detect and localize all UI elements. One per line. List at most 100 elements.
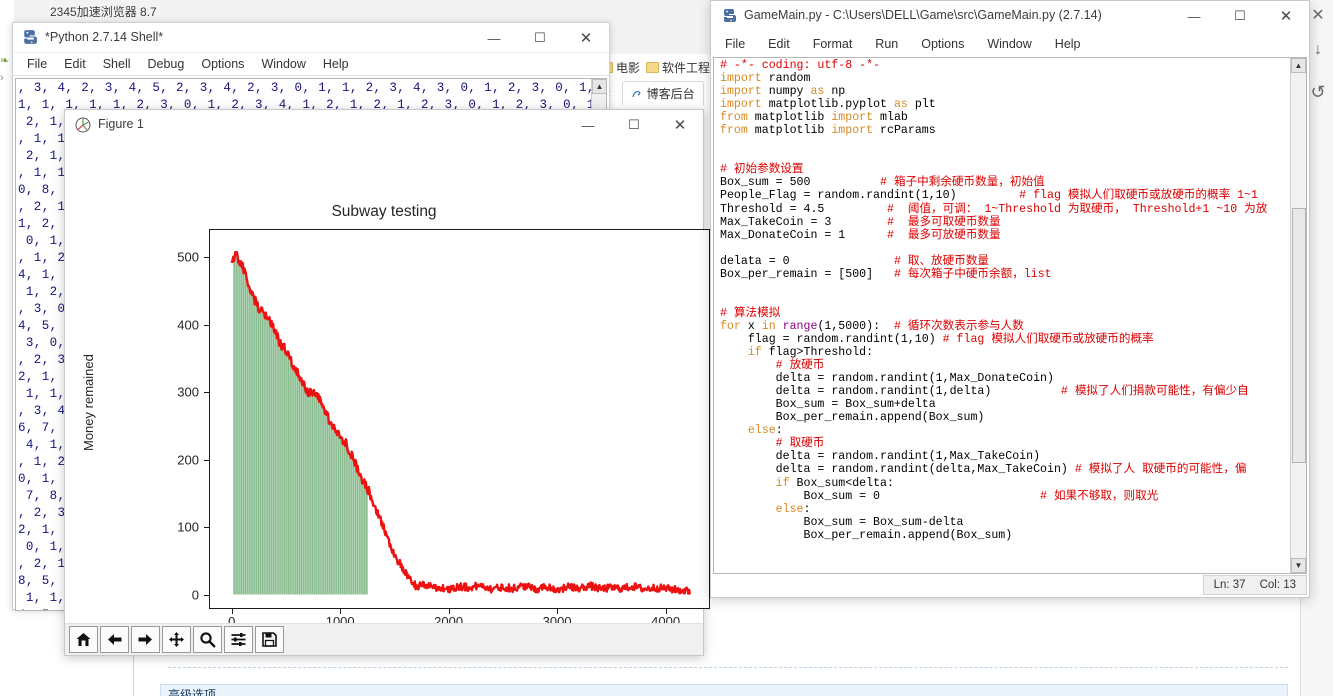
menu-window[interactable]: Window xyxy=(987,37,1031,51)
code-token: matplotlib.pyplot xyxy=(761,98,894,112)
chart-ytick-label: 400 xyxy=(177,317,199,332)
maximize-button[interactable]: ☐ xyxy=(517,23,563,53)
folder-icon xyxy=(646,61,660,73)
code-token: import xyxy=(831,111,874,125)
matplotlib-figure-window: Figure 1 — ☐ ✕ Subway testing Money rema… xyxy=(64,109,710,656)
code-token: Max_TakeCoin = 3 xyxy=(720,215,887,229)
menu-help[interactable]: Help xyxy=(1055,37,1081,51)
maximize-button[interactable]: ☐ xyxy=(611,110,657,140)
chevron-right-icon[interactable]: › xyxy=(0,72,4,84)
shell-titlebar[interactable]: *Python 2.7.14 Shell* — ☐ ✕ xyxy=(13,23,609,53)
back-button[interactable] xyxy=(100,626,129,653)
python-icon xyxy=(724,9,736,22)
code-token: # -*- coding: utf-8 -*- xyxy=(720,59,881,72)
code-token: random xyxy=(761,72,811,86)
menu-debug[interactable]: Debug xyxy=(148,57,196,71)
bookmark-label: 电影 xyxy=(616,60,641,75)
home-button[interactable] xyxy=(69,626,98,653)
editor-titlebar[interactable]: GameMain.py - C:\Users\DELL\Game\src\Gam… xyxy=(711,1,1309,32)
code-token: matplotlib xyxy=(747,124,832,138)
menu-run[interactable]: Run xyxy=(875,37,898,51)
close-icon[interactable]: ✕ xyxy=(1308,6,1328,26)
menu-shell[interactable]: Shell xyxy=(103,57,142,71)
code-token: as xyxy=(810,85,825,99)
zoom-button[interactable] xyxy=(193,626,222,653)
browser-tab-blog-admin[interactable]: 博客后台 xyxy=(621,81,704,105)
code-token: import xyxy=(831,124,874,138)
editor-text-area[interactable]: # -*- coding: utf-8 -*- import random impo… xyxy=(713,57,1307,574)
chart-ytick-label: 200 xyxy=(177,452,199,467)
code-token: : xyxy=(775,424,783,438)
scroll-up-icon[interactable]: ▲ xyxy=(1291,58,1306,73)
code-token: # 取、放硬币数量 xyxy=(893,254,990,268)
code-line: # 初始参数设置 xyxy=(720,163,1288,176)
close-button[interactable]: ✕ xyxy=(1263,1,1309,31)
code-token: rcParams xyxy=(873,124,936,138)
menu-edit[interactable]: Edit xyxy=(64,57,97,71)
save-button[interactable] xyxy=(255,626,284,653)
code-token: in xyxy=(761,319,776,333)
download-icon[interactable]: ↓ xyxy=(1308,40,1328,60)
code-token: else xyxy=(775,502,804,516)
code-line: Box_per_remain = [500] # 每次箱子中硬币余额，list xyxy=(720,268,1288,281)
figure-titlebar[interactable]: Figure 1 — ☐ ✕ xyxy=(65,110,703,141)
undo-icon[interactable]: ↺ xyxy=(1308,82,1328,102)
shell-menubar: File Edit Shell Debug Options Window Hel… xyxy=(13,53,609,76)
scroll-up-icon[interactable]: ▲ xyxy=(592,79,606,94)
menu-file[interactable]: File xyxy=(725,37,745,51)
page-divider xyxy=(168,667,1288,668)
menu-file[interactable]: File xyxy=(27,57,58,71)
python-icon xyxy=(24,30,37,44)
editor-vertical-scrollbar[interactable]: ▲ ▼ xyxy=(1290,58,1306,573)
code-line: from matplotlib import rcParams xyxy=(720,124,1288,137)
menu-format[interactable]: Format xyxy=(813,37,853,51)
close-button[interactable]: ✕ xyxy=(563,23,609,53)
code-token: # flag 模拟人们取硬币或放硬币的概率 xyxy=(942,332,1154,346)
code-line: import matplotlib.pyplot as plt xyxy=(720,98,1288,111)
status-col: Col: 13 xyxy=(1259,579,1296,591)
editor-status-bar: Ln: 37 Col: 13 xyxy=(1202,575,1307,595)
chart-bars xyxy=(233,255,368,595)
code-token: import xyxy=(720,72,762,86)
code-line: # 放硬币 xyxy=(720,359,1288,372)
maximize-button[interactable]: ☐ xyxy=(1217,1,1263,31)
menu-options[interactable]: Options xyxy=(201,57,255,71)
code-token: from xyxy=(720,124,748,138)
close-button[interactable]: ✕ xyxy=(657,110,703,140)
minimize-button[interactable]: — xyxy=(1171,1,1217,31)
menu-options[interactable]: Options xyxy=(921,37,964,51)
scroll-down-icon[interactable]: ▼ xyxy=(1291,558,1306,573)
forward-button[interactable] xyxy=(131,626,160,653)
floppy-disk-icon xyxy=(262,632,277,647)
configure-subplots-button[interactable] xyxy=(224,626,253,653)
bookmark-software-engineering[interactable]: 软件工程 xyxy=(646,59,710,76)
scrollbar-thumb[interactable] xyxy=(1292,208,1306,463)
chart-plot-area xyxy=(209,229,710,609)
code-token: mlab xyxy=(873,111,908,125)
code-token: range xyxy=(782,319,818,333)
code-line: Box_sum = Box_sum+delta xyxy=(720,398,1288,411)
code-token: delta = random.randint(1,Max_TakeCoin) xyxy=(720,450,1041,464)
code-line: Box_per_remain.append(Box_sum) xyxy=(720,411,1288,424)
menu-edit[interactable]: Edit xyxy=(768,37,790,51)
code-line: # 算法模拟 xyxy=(720,307,1288,320)
minimize-button[interactable]: — xyxy=(565,110,611,140)
code-token: if xyxy=(775,476,790,490)
menu-help[interactable]: Help xyxy=(323,57,360,71)
code-token: flag>Threshold: xyxy=(761,346,874,360)
menu-window[interactable]: Window xyxy=(261,57,316,71)
pan-button[interactable] xyxy=(162,626,191,653)
code-line: People_Flag = random.randint(1,10) # fla… xyxy=(720,189,1288,202)
code-token: plt xyxy=(907,98,936,112)
page-option-label: 高级选项 xyxy=(168,688,217,696)
code-token: Box_per_remain.append(Box_sum) xyxy=(720,528,1013,542)
figure-title-text: Figure 1 xyxy=(98,117,144,131)
minimize-button[interactable]: — xyxy=(471,23,517,53)
code-line: for x in range(1,5000): # 循环次数表示参与人数 xyxy=(720,320,1288,333)
figure-toolbar xyxy=(65,623,703,655)
